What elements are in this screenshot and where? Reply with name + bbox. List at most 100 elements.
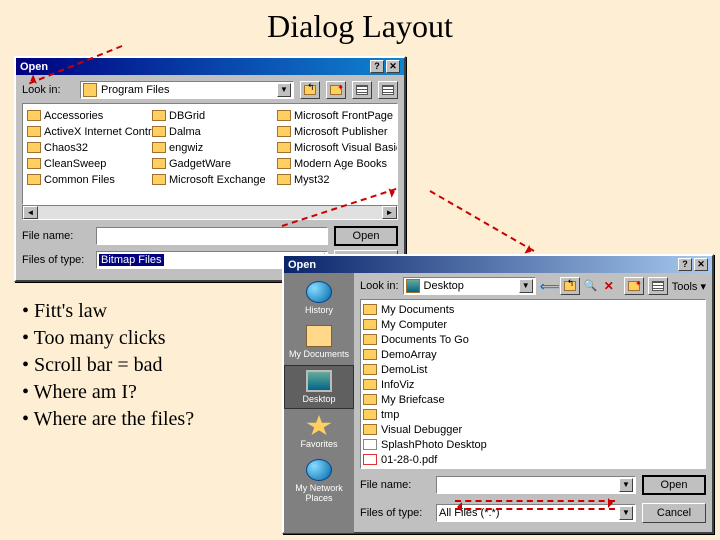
list-item[interactable]: 01-28-0.pdf bbox=[363, 452, 703, 467]
new-folder-button[interactable] bbox=[624, 277, 644, 295]
scroll-left-button[interactable]: ◄ bbox=[23, 206, 38, 219]
annotation-arrow bbox=[455, 500, 615, 502]
list-item[interactable]: My Briefcase bbox=[363, 392, 703, 407]
close-button[interactable]: ✕ bbox=[386, 60, 400, 73]
help-button[interactable]: ? bbox=[678, 258, 692, 271]
folder-label: DBGrid bbox=[169, 110, 205, 122]
places-item-history[interactable]: History bbox=[284, 277, 354, 319]
folder-icon bbox=[363, 379, 377, 390]
folder-item[interactable]: Microsoft Visual Basic bbox=[277, 140, 398, 155]
folder-item[interactable]: engwiz bbox=[152, 140, 277, 155]
folder-item[interactable]: Dalma bbox=[152, 124, 277, 139]
list-item[interactable]: DemoList bbox=[363, 362, 703, 377]
item-label: DemoList bbox=[381, 364, 427, 376]
up-one-level-button[interactable] bbox=[300, 81, 320, 99]
views-icon bbox=[652, 281, 664, 291]
file-list-pane[interactable]: My DocumentsMy ComputerDocuments To GoDe… bbox=[360, 299, 706, 469]
list-item[interactable]: My Documents bbox=[363, 302, 703, 317]
up-one-level-button[interactable] bbox=[560, 277, 580, 295]
close-button[interactable]: ✕ bbox=[694, 258, 708, 271]
tools-menu[interactable]: Tools ▾ bbox=[672, 280, 706, 293]
folder-item[interactable]: DBGrid bbox=[152, 108, 277, 123]
look-in-combo[interactable]: Desktop ▼ bbox=[403, 277, 536, 295]
folder-item[interactable]: CleanSweep bbox=[27, 156, 152, 171]
open-button[interactable]: Open bbox=[334, 226, 398, 246]
folder-icon bbox=[363, 424, 377, 435]
item-label: Documents To Go bbox=[381, 334, 469, 346]
places-item-my-network-places[interactable]: My Network Places bbox=[284, 455, 354, 507]
folder-icon bbox=[152, 126, 166, 137]
folder-item[interactable]: Accessories bbox=[27, 108, 152, 123]
look-in-combo[interactable]: Program Files ▼ bbox=[80, 81, 294, 99]
item-label: My Computer bbox=[381, 319, 447, 331]
item-label: tmp bbox=[381, 409, 399, 421]
titlebar[interactable]: Open ? ✕ bbox=[16, 58, 404, 75]
places-label: Favorites bbox=[300, 439, 337, 449]
places-item-my-documents[interactable]: My Documents bbox=[284, 321, 354, 363]
up-folder-icon bbox=[304, 85, 316, 95]
open-dialog-modern: Open ? ✕ HistoryMy DocumentsDesktopFavor… bbox=[282, 254, 714, 534]
delete-button[interactable]: ✕ bbox=[604, 279, 620, 293]
filename-input[interactable]: ▼ bbox=[436, 476, 636, 494]
folder-icon bbox=[363, 394, 377, 405]
places-item-desktop[interactable]: Desktop bbox=[284, 365, 354, 409]
folder-item[interactable]: Microsoft Publisher bbox=[277, 124, 398, 139]
filename-input[interactable] bbox=[96, 227, 328, 245]
folder-label: Microsoft Publisher bbox=[294, 126, 388, 138]
filetype-combo[interactable]: All Files (*.*) ▼ bbox=[436, 504, 636, 522]
list-item[interactable]: InfoViz bbox=[363, 377, 703, 392]
folder-item[interactable]: Microsoft Exchange bbox=[152, 172, 277, 187]
folder-label: Microsoft Visual Basic bbox=[294, 142, 398, 154]
folder-item[interactable]: Myst32 bbox=[277, 172, 398, 187]
back-button[interactable]: ⟸ bbox=[540, 279, 556, 293]
folder-item[interactable]: GadgetWare bbox=[152, 156, 277, 171]
dialog-title: Open bbox=[288, 259, 316, 271]
folder-item[interactable]: ActiveX Internet Controls bbox=[27, 124, 152, 139]
folder-item[interactable]: Chaos32 bbox=[27, 140, 152, 155]
search-button[interactable]: 🔍 bbox=[584, 279, 600, 293]
details-view-button[interactable] bbox=[378, 81, 398, 99]
list-item[interactable]: DemoArray bbox=[363, 347, 703, 362]
open-button[interactable]: Open bbox=[642, 475, 706, 495]
folder-icon bbox=[27, 126, 41, 137]
folder-icon bbox=[277, 142, 291, 153]
list-view-button[interactable] bbox=[352, 81, 372, 99]
file-list-pane[interactable]: AccessoriesActiveX Internet ControlsChao… bbox=[22, 103, 398, 205]
annotation-arrow bbox=[430, 190, 535, 252]
views-button[interactable] bbox=[648, 277, 668, 295]
folder-item[interactable]: Common Files bbox=[27, 172, 152, 187]
folder-label: CleanSweep bbox=[44, 158, 106, 170]
help-button[interactable]: ? bbox=[370, 60, 384, 73]
list-item[interactable]: Visual Debugger bbox=[363, 422, 703, 437]
globe-icon bbox=[306, 281, 332, 303]
bullet-item: Fitt's law bbox=[22, 298, 194, 325]
chevron-down-icon[interactable]: ▼ bbox=[519, 279, 533, 293]
pdf-icon bbox=[363, 454, 377, 465]
filename-label: File name: bbox=[22, 230, 90, 242]
scroll-right-button[interactable]: ► bbox=[382, 206, 397, 219]
chevron-down-icon[interactable]: ▼ bbox=[619, 506, 633, 520]
chevron-down-icon[interactable]: ▼ bbox=[277, 83, 291, 97]
list-item[interactable]: My Computer bbox=[363, 317, 703, 332]
list-item[interactable]: tmp bbox=[363, 407, 703, 422]
list-item[interactable]: Documents To Go bbox=[363, 332, 703, 347]
folder-icon bbox=[277, 126, 291, 137]
folder-item[interactable]: Modern Age Books bbox=[277, 156, 398, 171]
folder-label: GadgetWare bbox=[169, 158, 231, 170]
folder-icon bbox=[152, 174, 166, 185]
fold-icon bbox=[306, 325, 332, 347]
titlebar[interactable]: Open ? ✕ bbox=[284, 256, 712, 273]
places-label: History bbox=[305, 305, 333, 315]
places-bar: History My DocumentsDesktop Favorites My Ne… bbox=[284, 273, 354, 533]
folder-label: Microsoft Exchange bbox=[169, 174, 266, 186]
cancel-button[interactable]: Cancel bbox=[642, 503, 706, 523]
places-item-favorites[interactable]: Favorites bbox=[284, 411, 354, 453]
chevron-down-icon[interactable]: ▼ bbox=[619, 478, 633, 492]
places-label: My Network Places bbox=[286, 483, 352, 503]
screen-icon bbox=[306, 370, 332, 392]
folder-icon bbox=[363, 409, 377, 420]
folder-item[interactable]: Microsoft FrontPage bbox=[277, 108, 398, 123]
new-folder-button[interactable] bbox=[326, 81, 346, 99]
list-item[interactable]: SplashPhoto Desktop bbox=[363, 437, 703, 452]
slide-title: Dialog Layout bbox=[0, 0, 720, 49]
